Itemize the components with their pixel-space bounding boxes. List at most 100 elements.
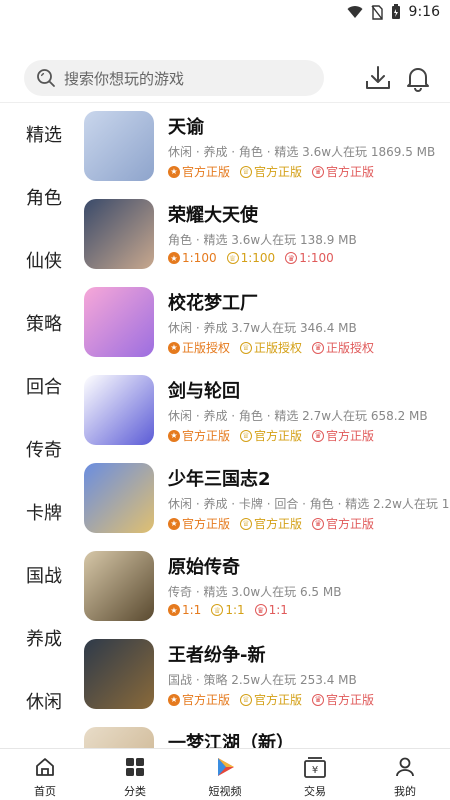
tab-mine[interactable]: 我的 xyxy=(360,755,450,799)
bell-icon[interactable] xyxy=(404,64,432,92)
category-item[interactable]: 精选 xyxy=(26,121,62,147)
tab-trade[interactable]: ¥ 交易 xyxy=(270,755,360,799)
search-input[interactable]: 搜索你想玩的游戏 xyxy=(24,60,324,96)
category-item[interactable]: 养成 xyxy=(26,625,62,651)
game-icon[interactable] xyxy=(84,287,154,357)
category-item[interactable]: 回合 xyxy=(26,373,62,399)
no-sim-icon xyxy=(370,4,383,20)
game-row[interactable]: 荣耀大天使 角色 · 精选 3.6w人在玩 138.9 MB ★ 1:100 ♕ 1:10… xyxy=(84,191,450,279)
badge-icon: ♛ xyxy=(312,165,325,178)
game-row[interactable]: 原始传奇 传奇 · 精选 3.0w人在玩 6.5 MB ★ 1:1 ♕ 1:1 ♛ 1:1 xyxy=(84,543,450,631)
badge-icon: ♛ xyxy=(312,693,325,706)
game-badges: ★ 1:100 ♕ 1:100 ♛ 1:100 xyxy=(168,251,334,265)
badge-icon: ♛ xyxy=(254,604,267,616)
category-item[interactable]: 卡牌 xyxy=(26,499,62,525)
badge-label: 官方正版 xyxy=(182,165,231,179)
home-icon xyxy=(36,758,54,776)
game-row[interactable]: 王者纷争-新 国战 · 策略 2.5w人在玩 253.4 MB ★ 官方正版 ♕ 官方正版… xyxy=(84,631,450,719)
game-badge: ★ 官方正版 xyxy=(168,163,230,180)
badge-label: 官方正版 xyxy=(182,429,231,443)
game-icon[interactable] xyxy=(84,111,154,181)
tab-label: 分类 xyxy=(124,785,146,798)
game-badge: ★ 官方正版 xyxy=(168,427,230,444)
game-badge: ★ 1:100 xyxy=(168,251,217,265)
badge-label: 官方正版 xyxy=(182,517,231,531)
game-row[interactable]: 一梦江湖（新） xyxy=(84,719,450,748)
game-name: 原始传奇 xyxy=(168,557,240,578)
category-item[interactable]: 国战 xyxy=(26,562,62,588)
tab-short-video[interactable]: 短视频 xyxy=(180,755,270,799)
game-badges: ★ 正版授权 ♕ 正版授权 ♛ 正版授权 xyxy=(168,339,374,356)
badge-icon: ★ xyxy=(168,517,180,530)
badge-icon: ♕ xyxy=(240,693,253,706)
category-item[interactable]: 仙侠 xyxy=(26,247,62,273)
game-badge: ♛ 官方正版 xyxy=(312,163,374,180)
badge-icon: ♛ xyxy=(285,252,298,264)
game-badge: ♕ 正版授权 xyxy=(240,339,302,356)
search-icon xyxy=(37,69,55,87)
game-badges: ★ 官方正版 ♕ 官方正版 ♛ 官方正版 xyxy=(168,515,374,532)
badge-label: 1:1 xyxy=(182,603,202,617)
game-badge: ♛ 1:1 xyxy=(254,603,288,617)
badge-icon: ★ xyxy=(168,252,180,264)
game-name: 少年三国志2 xyxy=(168,469,271,490)
badge-icon: ♕ xyxy=(240,429,253,442)
game-row[interactable]: 校花梦工厂 休闲 · 养成 3.7w人在玩 346.4 MB ★ 正版授权 ♕ 正版授权 ♛… xyxy=(84,279,450,367)
user-icon xyxy=(396,757,414,777)
category-item[interactable]: 策略 xyxy=(26,310,62,336)
game-meta: 传奇 · 精选 3.0w人在玩 6.5 MB xyxy=(168,585,342,599)
game-badge: ♛ 官方正版 xyxy=(312,691,374,708)
badge-icon: ♛ xyxy=(312,429,325,442)
game-badges: ★ 官方正版 ♕ 官方正版 ♛ 官方正版 xyxy=(168,427,374,444)
badge-icon: ♕ xyxy=(240,341,253,354)
category-item[interactable]: 休闲 xyxy=(26,688,62,714)
game-row[interactable]: 天谕 休闲 · 养成 · 角色 · 精选 3.6w人在玩 1869.5 MB ★ 官方… xyxy=(84,103,450,191)
badge-icon: ★ xyxy=(168,693,180,706)
search-placeholder: 搜索你想玩的游戏 xyxy=(64,69,185,88)
game-badges: ★ 官方正版 ♕ 官方正版 ♛ 官方正版 xyxy=(168,163,374,180)
game-icon[interactable] xyxy=(84,727,154,748)
badge-icon: ★ xyxy=(168,165,180,178)
game-meta: 休闲 · 养成 · 角色 · 精选 2.7w人在玩 658.2 MB xyxy=(168,409,428,423)
game-name: 王者纷争-新 xyxy=(168,645,266,666)
game-icon[interactable] xyxy=(84,199,154,269)
tab-label: 短视频 xyxy=(208,785,242,798)
game-badge: ♕ 官方正版 xyxy=(240,691,302,708)
game-icon[interactable] xyxy=(84,463,154,533)
grid-icon xyxy=(126,758,144,776)
game-row[interactable]: 剑与轮回 休闲 · 养成 · 角色 · 精选 2.7w人在玩 658.2 MB ★ 官… xyxy=(84,367,450,455)
game-icon[interactable] xyxy=(84,639,154,709)
badge-label: 1:100 xyxy=(299,251,334,265)
clock-time: 9:16 xyxy=(408,4,440,20)
game-meta: 休闲 · 养成 · 卡牌 · 回合 · 角色 · 精选 2.2w人在玩 10 xyxy=(168,497,450,511)
tab-home[interactable]: 首页 xyxy=(0,755,90,799)
game-badge: ♛ 官方正版 xyxy=(312,515,374,532)
badge-label: 官方正版 xyxy=(254,429,303,443)
badge-icon: ★ xyxy=(168,604,180,616)
game-row[interactable]: 少年三国志2 休闲 · 养成 · 卡牌 · 回合 · 角色 · 精选 2.2w人在… xyxy=(84,455,450,543)
search-row: 搜索你想玩的游戏 xyxy=(24,58,434,98)
badge-label: 官方正版 xyxy=(254,517,303,531)
badge-label: 1:1 xyxy=(268,603,288,617)
bottom-tab-bar: 首页 分类 短视频 ¥ 交易 我的 xyxy=(0,748,450,800)
game-list: 天谕 休闲 · 养成 · 角色 · 精选 3.6w人在玩 1869.5 MB ★ 官方… xyxy=(84,103,450,748)
game-meta: 角色 · 精选 3.6w人在玩 138.9 MB xyxy=(168,233,357,247)
game-badge: ★ 官方正版 xyxy=(168,515,230,532)
badge-label: 1:100 xyxy=(182,251,217,265)
game-badge: ★ 正版授权 xyxy=(168,339,230,356)
game-meta: 休闲 · 养成 3.7w人在玩 346.4 MB xyxy=(168,321,357,335)
category-item[interactable]: 角色 xyxy=(26,184,62,210)
download-icon[interactable] xyxy=(364,64,392,92)
tab-category[interactable]: 分类 xyxy=(90,755,180,799)
game-badge: ♕ 官方正版 xyxy=(240,427,302,444)
badge-icon: ★ xyxy=(168,429,180,442)
category-sidebar: 精选 角色 仙侠 策略 回合 传奇 卡牌 国战 养成 休闲 xyxy=(0,103,88,748)
game-icon[interactable] xyxy=(84,551,154,621)
badge-label: 官方正版 xyxy=(254,165,303,179)
game-badge: ♕ 官方正版 xyxy=(240,163,302,180)
badge-label: 官方正版 xyxy=(326,517,375,531)
game-meta: 国战 · 策略 2.5w人在玩 253.4 MB xyxy=(168,673,357,687)
category-item[interactable]: 传奇 xyxy=(26,436,62,462)
badge-icon: ♕ xyxy=(211,604,224,616)
game-icon[interactable] xyxy=(84,375,154,445)
